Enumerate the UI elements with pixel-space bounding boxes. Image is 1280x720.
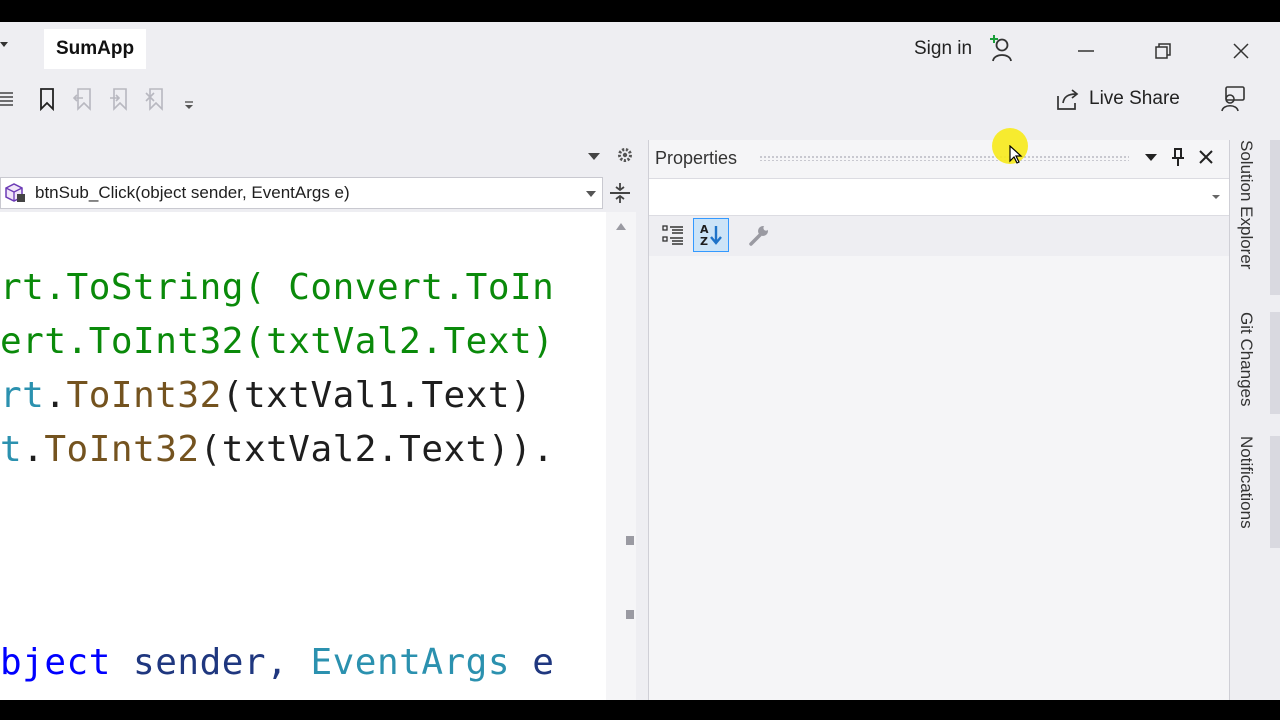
scroll-marker [626, 610, 634, 619]
code-token: sender, [110, 642, 311, 683]
code-token: ert.ToInt32(txtVal2.Text) [0, 321, 555, 362]
mouse-pointer-icon [1009, 145, 1023, 164]
scroll-marker [626, 536, 634, 545]
add-account-icon[interactable] [986, 34, 1016, 64]
categorized-icon [662, 225, 683, 245]
split-window-icon[interactable] [608, 180, 632, 206]
categorized-button[interactable] [655, 218, 691, 252]
bookmark-icon[interactable] [34, 86, 60, 112]
restore-button[interactable] [1143, 34, 1183, 68]
code-token: ToInt32 [44, 429, 200, 470]
feedback-icon[interactable] [1218, 84, 1248, 114]
properties-pane: Properties A Z [648, 140, 1230, 700]
code-token: ToInt32 [66, 375, 222, 416]
properties-toolbar: A Z [649, 216, 1229, 256]
tab-indicator [1270, 140, 1280, 295]
code-token: rt.ToString( Convert.ToIn [0, 267, 555, 308]
tab-notifications[interactable]: Notifications [1236, 436, 1256, 529]
clear-bookmarks-icon[interactable] [142, 86, 168, 112]
code-line: rt.ToString( Convert.ToIn [0, 267, 554, 308]
chevron-down-icon [586, 191, 596, 197]
sign-in-link[interactable]: Sign in [914, 38, 972, 60]
live-share-label: Live Share [1089, 88, 1180, 109]
ide-window: SumApp Sign in Live Share btnSub_Click(o… [0, 22, 1280, 700]
tab-git-changes[interactable]: Git Changes [1236, 312, 1256, 407]
svg-text:Z: Z [700, 235, 708, 248]
tab-solution-explorer[interactable]: Solution Explorer [1236, 140, 1256, 269]
app-title: SumApp [44, 29, 146, 69]
method-icon [5, 183, 25, 202]
wrench-icon [749, 225, 769, 246]
code-line: t.ToInt32(txtVal2.Text)). [0, 429, 554, 470]
code-token: EventArgs [310, 642, 511, 683]
close-window-button[interactable] [1221, 34, 1261, 68]
object-selector-dropdown[interactable] [649, 178, 1229, 216]
previous-bookmark-icon[interactable] [70, 86, 96, 112]
toolbar-options-icon[interactable] [176, 86, 202, 112]
tab-dropdown-icon[interactable] [587, 152, 601, 162]
member-navigation-dropdown[interactable]: btnSub_Click(object sender, EventArgs e) [0, 177, 603, 209]
next-bookmark-icon[interactable] [106, 86, 132, 112]
close-icon [1233, 43, 1249, 59]
code-line: ert.ToInt32(txtVal2.Text) [0, 321, 554, 362]
list-icon[interactable] [0, 86, 18, 112]
editor-header [0, 142, 640, 172]
code-token: t [0, 429, 23, 470]
code-line: bject sender, EventArgs e [0, 642, 554, 683]
pane-menu-icon[interactable] [1144, 153, 1158, 163]
scroll-up-icon[interactable] [615, 221, 627, 231]
alphabetical-button[interactable]: A Z [693, 218, 729, 252]
method-signature: btnSub_Click(object sender, EventArgs e) [35, 183, 350, 202]
code-token: . [22, 429, 45, 470]
sort-alphabetical-icon: A Z [700, 223, 722, 248]
close-pane-icon[interactable] [1198, 149, 1214, 165]
standard-toolbar: Live Share [0, 80, 1280, 120]
code-token: bject [0, 642, 111, 683]
title-bar: SumApp Sign in [0, 22, 1280, 80]
code-token: (txtVal2.Text)). [199, 429, 555, 470]
code-line: rt.ToInt32(txtVal1.Text) [0, 375, 532, 416]
vertical-scrollbar[interactable] [606, 212, 636, 700]
tab-indicator [1270, 312, 1280, 414]
menu-overflow-icon[interactable] [0, 42, 8, 47]
pane-drag-grip[interactable] [759, 155, 1129, 161]
minimize-button[interactable] [1066, 34, 1106, 68]
restore-icon [1155, 43, 1171, 59]
code-token: rt [0, 375, 45, 416]
tab-indicator [1270, 436, 1280, 548]
live-share-button[interactable]: Live Share [1055, 84, 1180, 114]
code-token: . [44, 375, 67, 416]
gear-icon[interactable] [616, 146, 634, 164]
minimize-icon [1078, 50, 1094, 52]
chevron-down-icon [1212, 195, 1220, 199]
properties-title: Properties [655, 148, 738, 168]
code-token: (txtVal1.Text) [221, 375, 533, 416]
share-icon [1057, 89, 1079, 110]
pin-icon[interactable] [1170, 147, 1186, 167]
code-editor[interactable]: rt.ToString( Convert.ToIn ert.ToInt32(tx… [0, 212, 606, 700]
property-pages-button[interactable] [741, 218, 777, 252]
code-token: e [510, 642, 555, 683]
